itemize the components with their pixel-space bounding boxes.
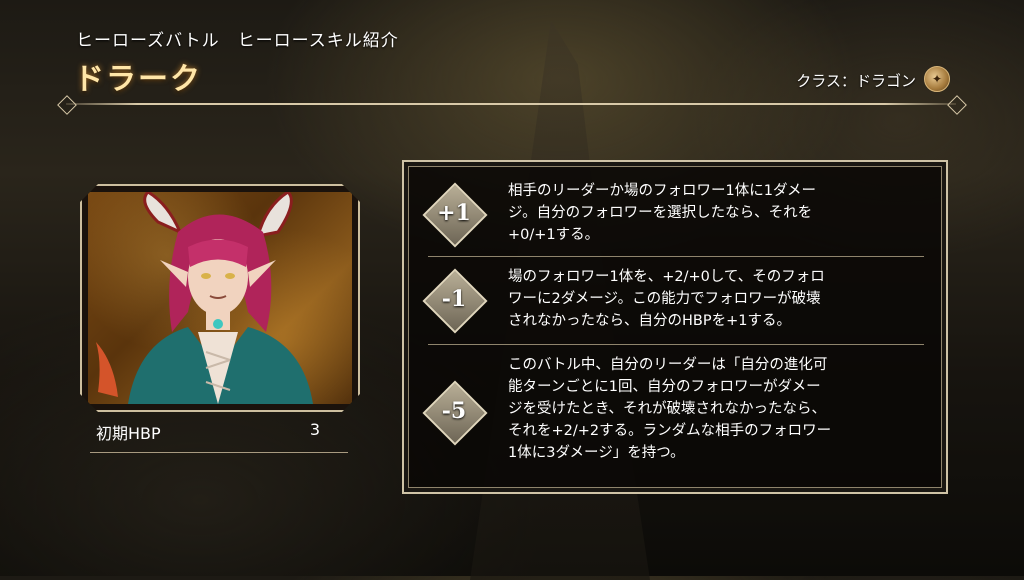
skill-3: -5 このバトル中、自分のリーダーは「自分の進化可 能ターンごとに1回、自分のフ… [418,352,934,472]
skill-separator [428,256,924,257]
skill-2: -1 場のフォロワー1体を、+2/+0して、そのフォロ ワーに2ダメージ。この能… [418,264,934,334]
skill-cost: -5 [441,398,467,424]
dragon-class-icon: ✦ [924,66,950,92]
hp-divider [90,452,348,453]
initial-hp-value: 3 [309,420,320,439]
divider-ornament-left [57,95,77,115]
hero-portrait-frame [80,184,360,412]
skills-panel: +1 相手のリーダーか場のフォロワー1体に1ダメー ジ。自分のフォロワーを選択し… [402,160,948,494]
skill-description: 相手のリーダーか場のフォロワー1体に1ダメー ジ。自分のフォロワーを選択したなら… [508,183,817,243]
hero-name-title: ドラーク [74,62,202,97]
initial-hp-row: 初期HBP 3 [96,420,346,444]
class-label: クラス：ドラゴン [796,72,916,90]
skill-cost: -1 [441,286,467,312]
hero-portrait [88,192,352,404]
initial-hp-label: 初期HBP [96,424,161,443]
divider-ornament-right [947,95,967,115]
skill-1: +1 相手のリーダーか場のフォロワー1体に1ダメー ジ。自分のフォロワーを選択し… [418,178,934,248]
skill-description: 場のフォロワー1体を、+2/+0して、そのフォロ ワーに2ダメージ。この能力でフ… [508,269,825,329]
page-subtitle: ヒーローズバトル ヒーロースキル紹介 [76,31,399,51]
header-divider [66,103,956,105]
skill-description: このバトル中、自分のリーダーは「自分の進化可 能ターンごとに1回、自分のフォロワ… [508,357,832,461]
skill-separator [428,344,924,345]
skill-cost: +1 [437,200,471,226]
hero-portrait-art [88,192,352,404]
